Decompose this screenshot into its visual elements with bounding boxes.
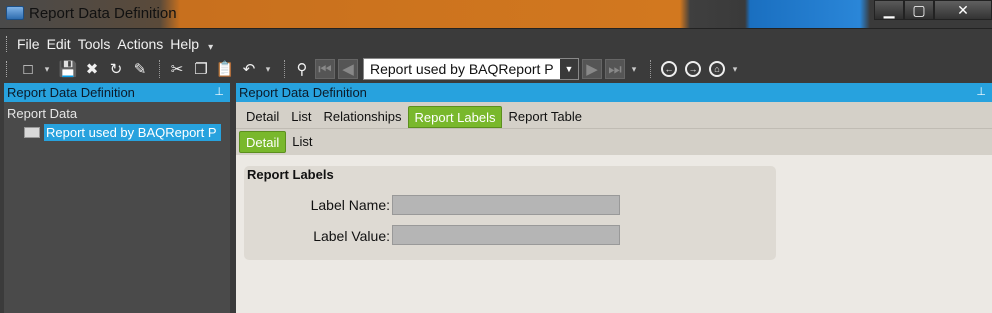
window-controls: ▁ ▢ ✕: [874, 0, 992, 20]
tab-report-table[interactable]: Report Table: [502, 106, 587, 128]
tree-panel-title: Report Data Definition: [7, 85, 135, 100]
undo-dropdown-icon[interactable]: ▾: [262, 58, 274, 80]
detail-panel: Report Data Definition ⊥ Detail List Rel…: [236, 83, 992, 313]
clear-icon[interactable]: ✎: [129, 58, 151, 80]
cut-icon[interactable]: ✂: [166, 58, 188, 80]
app-icon: [6, 6, 24, 20]
tab-list[interactable]: List: [285, 106, 317, 128]
sub-tabs: Detail List: [236, 128, 992, 155]
app-frame: File Edit Tools Actions Help ▾ □ ▾ 💾 ✖ ↻…: [0, 28, 992, 313]
previous-record-icon[interactable]: ◀: [338, 59, 358, 79]
menu-grip: [6, 36, 9, 52]
search-icon[interactable]: ⚲: [291, 58, 313, 80]
subtab-list[interactable]: List: [286, 131, 318, 153]
tree-panel: Report Data Definition ⊥ Report Data Rep…: [4, 83, 230, 313]
new-icon[interactable]: □: [17, 58, 39, 80]
menu-help[interactable]: Help: [170, 36, 205, 52]
toolbar-separator: [650, 60, 651, 78]
title-bar: Report Data Definition ▁ ▢ ✕: [0, 0, 992, 28]
tab-report-labels[interactable]: Report Labels: [407, 106, 503, 128]
tree-panel-header: Report Data Definition ⊥: [4, 83, 230, 102]
label-name-field[interactable]: [392, 195, 620, 215]
toolbar-overflow-icon[interactable]: ▾: [729, 58, 741, 80]
toolbar-separator: [284, 60, 285, 78]
nav-dropdown-icon[interactable]: ▾: [628, 58, 640, 80]
close-button[interactable]: ✕: [934, 0, 992, 20]
toolbar-separator: [159, 60, 160, 78]
save-icon[interactable]: 💾: [57, 58, 79, 80]
menu-file[interactable]: File: [17, 36, 46, 52]
new-dropdown-icon[interactable]: ▾: [41, 58, 53, 80]
main-tabs: Detail List Relationships Report Labels …: [236, 102, 992, 128]
first-record-icon[interactable]: ⏮: [315, 59, 335, 79]
menu-actions[interactable]: Actions: [117, 36, 169, 52]
menu-overflow-icon[interactable]: ▾: [208, 42, 213, 53]
toolbar: □ ▾ 💾 ✖ ↻ ✎ ✂ ❐ 📋 ↶ ▾ ⚲ ⏮ ◀ Report used …: [6, 57, 745, 81]
label-value-field[interactable]: [392, 225, 620, 245]
report-labels-group: Report Labels Label Name: Label Value:: [244, 166, 776, 260]
menu-bar: File Edit Tools Actions Help ▾: [6, 33, 213, 55]
folder-icon: [24, 127, 40, 138]
delete-icon[interactable]: ✖: [81, 58, 103, 80]
copy-icon[interactable]: ❐: [190, 58, 212, 80]
label-name-label: Label Name:: [310, 197, 390, 213]
refresh-icon[interactable]: ↻: [105, 58, 127, 80]
subtab-detail[interactable]: Detail: [239, 131, 287, 153]
maximize-button[interactable]: ▢: [904, 0, 934, 20]
chevron-down-icon[interactable]: ▼: [560, 59, 578, 79]
pin-icon[interactable]: ⊥: [976, 85, 986, 98]
paste-icon[interactable]: 📋: [214, 58, 236, 80]
record-navigator[interactable]: Report used by BAQReport P ▼: [363, 58, 579, 80]
next-record-icon[interactable]: ▶: [582, 59, 602, 79]
tab-detail[interactable]: Detail: [240, 106, 285, 128]
record-navigator-value: Report used by BAQReport P: [370, 61, 554, 77]
pin-icon[interactable]: ⊥: [214, 85, 224, 98]
menu-tools[interactable]: Tools: [78, 36, 117, 52]
forward-icon[interactable]: →: [685, 61, 701, 77]
last-record-icon[interactable]: ⏭: [605, 59, 625, 79]
menu-edit[interactable]: Edit: [47, 36, 77, 52]
toolbar-grip: [6, 61, 9, 77]
group-title: Report Labels: [247, 167, 334, 182]
label-value-label: Label Value:: [313, 228, 390, 244]
tab-relationships[interactable]: Relationships: [317, 106, 407, 128]
window-title: Report Data Definition: [29, 5, 177, 22]
home-icon[interactable]: ⌂: [709, 61, 725, 77]
minimize-button[interactable]: ▁: [874, 0, 904, 20]
tree-root[interactable]: Report Data: [4, 102, 230, 121]
tree-node[interactable]: Report used by BAQReport P: [24, 124, 230, 141]
undo-icon[interactable]: ↶: [238, 58, 260, 80]
detail-panel-title: Report Data Definition: [239, 85, 367, 100]
detail-panel-header: Report Data Definition ⊥: [236, 83, 992, 102]
back-icon[interactable]: ←: [661, 61, 677, 77]
tree-node-label: Report used by BAQReport P: [44, 124, 221, 141]
